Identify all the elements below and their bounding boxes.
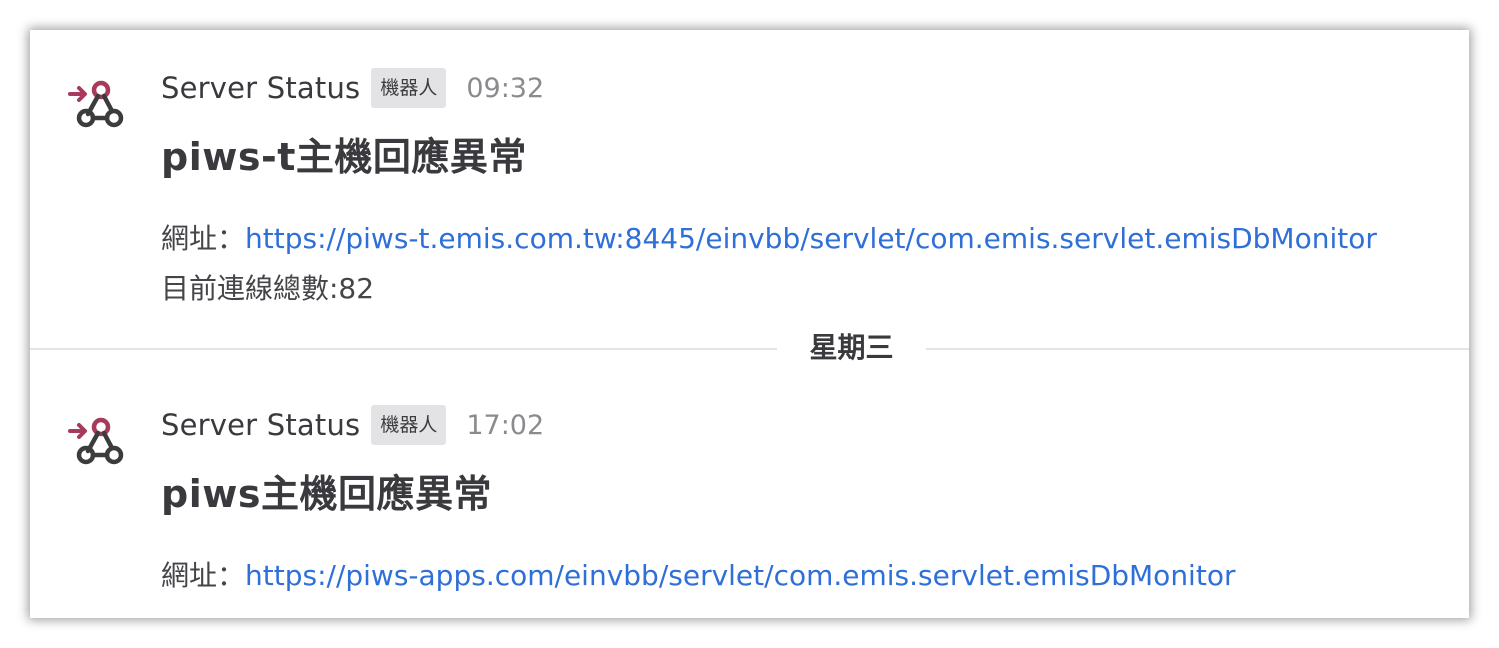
sender-name[interactable]: Server Status xyxy=(161,71,360,105)
url-link[interactable]: https://piws-t.emis.com.tw:8445/einvbb/s… xyxy=(245,222,1377,255)
url-line: 網址：https://piws-apps.com/einvbb/servlet/… xyxy=(161,554,1235,594)
bot-badge: 機器人 xyxy=(371,405,447,445)
url-label: 網址： xyxy=(161,222,246,255)
message-title: piws主機回應異常 xyxy=(161,472,492,516)
message-header: Server Status 機器人 17:02 xyxy=(161,403,544,447)
timestamp[interactable]: 17:02 xyxy=(466,410,544,441)
connection-count: 目前連線總數:82 xyxy=(161,272,375,305)
message-list: Server Status 機器人 09:32 piws-t主機回應異常 網址：… xyxy=(30,30,1469,618)
webhook-icon[interactable] xyxy=(68,76,128,136)
divider-rule-right xyxy=(926,348,1469,350)
timestamp[interactable]: 09:32 xyxy=(466,73,544,104)
url-link[interactable]: https://piws-apps.com/einvbb/servlet/com… xyxy=(245,559,1235,592)
message-header: Server Status 機器人 09:32 xyxy=(161,66,544,110)
divider-rule-left xyxy=(30,348,777,350)
day-label: 星期三 xyxy=(809,331,894,364)
sender-name[interactable]: Server Status xyxy=(161,408,360,442)
day-divider: 星期三 xyxy=(30,331,1469,364)
webhook-icon[interactable] xyxy=(68,413,128,473)
url-label: 網址： xyxy=(161,559,246,592)
bot-badge: 機器人 xyxy=(371,68,447,108)
message-title: piws-t主機回應異常 xyxy=(161,135,527,179)
url-line: 網址：https://piws-t.emis.com.tw:8445/einvb… xyxy=(161,217,1377,257)
